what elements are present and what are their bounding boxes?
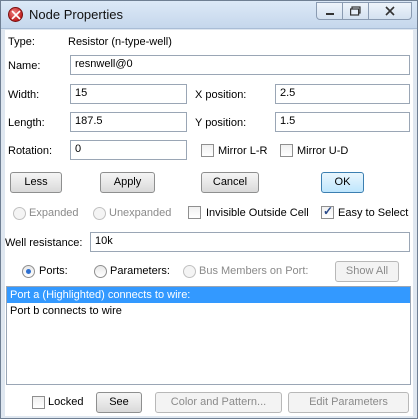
list-item[interactable]: Port b connects to wire	[7, 303, 410, 319]
list-item[interactable]: Port a (Highlighted) connects to wire:	[7, 287, 410, 303]
restore-icon	[350, 6, 361, 16]
mirror-ud-label: Mirror U-D	[297, 145, 349, 157]
width-field[interactable]: 15	[70, 84, 187, 104]
app-icon	[8, 7, 23, 22]
invisible-outside-cell-label: Invisible Outside Cell	[206, 207, 309, 219]
window-title: Node Properties	[29, 7, 123, 22]
mirror-ud-checkbox[interactable]	[280, 144, 293, 157]
cancel-button[interactable]: Cancel	[201, 172, 259, 193]
x-position-field[interactable]: 2.5	[275, 84, 410, 104]
maximize-button[interactable]	[342, 2, 369, 20]
well-resistance-label: Well resistance:	[5, 237, 83, 249]
bus-members-radio[interactable]	[183, 265, 196, 278]
name-field[interactable]: resnwell@0	[70, 55, 410, 75]
port-list[interactable]: Port a (Highlighted) connects to wire: P…	[6, 286, 411, 385]
well-resistance-field[interactable]: 10k	[90, 232, 410, 252]
edit-parameters-button[interactable]: Edit Parameters	[288, 392, 409, 413]
see-button[interactable]: See	[96, 392, 142, 413]
color-and-pattern-button[interactable]: Color and Pattern...	[155, 392, 282, 413]
expanded-label: Expanded	[29, 207, 79, 219]
less-button[interactable]: Less	[10, 172, 62, 193]
bus-members-label: Bus Members on Port:	[199, 265, 309, 277]
type-label: Type:	[8, 36, 35, 48]
name-label: Name:	[8, 60, 41, 72]
unexpanded-label: Unexpanded	[109, 207, 172, 219]
ports-radio[interactable]	[22, 265, 35, 278]
locked-checkbox[interactable]	[32, 396, 45, 409]
width-label: Width:	[8, 89, 40, 101]
dialog-body: Type: Resistor (n-type-well) Name: resnw…	[5, 30, 413, 416]
apply-button[interactable]: Apply	[100, 172, 155, 193]
y-position-label: Y position:	[195, 117, 247, 129]
locked-label: Locked	[48, 396, 84, 408]
parameters-label: Parameters:	[110, 265, 170, 277]
close-button[interactable]	[368, 2, 412, 20]
easy-to-select-label: Easy to Select	[338, 207, 409, 219]
title-bar[interactable]: Node Properties	[1, 1, 417, 29]
minimize-icon	[325, 13, 334, 15]
parameters-radio[interactable]	[94, 265, 107, 278]
type-value: Resistor (n-type-well)	[68, 36, 172, 48]
easy-to-select-checkbox[interactable]	[321, 204, 334, 219]
node-properties-window: Node Properties Type: Resistor (n-type-w…	[0, 0, 418, 419]
unexpanded-radio[interactable]	[93, 207, 106, 220]
ports-label: Ports:	[39, 265, 68, 277]
length-label: Length:	[8, 117, 45, 129]
mirror-lr-label: Mirror L-R	[218, 145, 268, 157]
mirror-lr-checkbox[interactable]	[201, 144, 214, 157]
rotation-label: Rotation:	[8, 145, 53, 157]
x-position-label: X position:	[195, 89, 247, 101]
y-position-field[interactable]: 1.5	[275, 112, 410, 132]
ok-button[interactable]: OK	[321, 172, 364, 193]
length-field[interactable]: 187.5	[70, 112, 187, 132]
invisible-outside-cell-checkbox[interactable]	[188, 206, 201, 219]
expanded-radio[interactable]	[13, 207, 26, 220]
rotation-field[interactable]: 0	[70, 140, 187, 160]
show-all-button[interactable]: Show All	[335, 261, 399, 282]
minimize-button[interactable]	[316, 2, 343, 20]
close-icon	[385, 6, 395, 16]
